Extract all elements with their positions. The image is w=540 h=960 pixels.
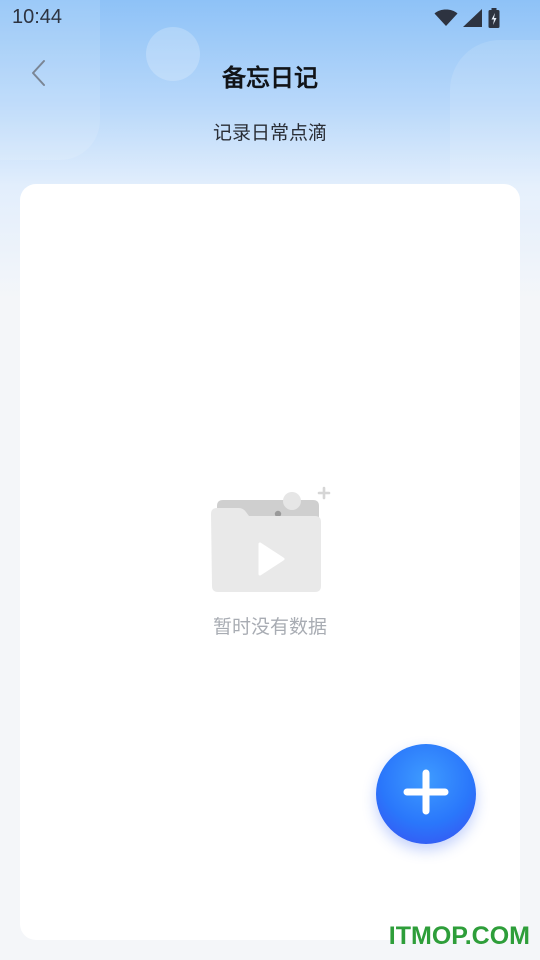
empty-state-text: 暂时没有数据	[212, 616, 327, 638]
status-bar: 10:44	[0, 0, 540, 36]
status-icons	[434, 8, 500, 28]
status-time: 10:44	[12, 6, 63, 28]
plus-icon	[403, 769, 449, 819]
add-entry-button[interactable]	[376, 744, 476, 844]
watermark: ITMOP.COM	[388, 922, 530, 950]
signal-icon	[463, 9, 483, 27]
battery-charging-icon	[488, 8, 500, 28]
page-title: 备忘日记	[222, 64, 318, 92]
page-subtitle: 记录日常点滴	[212, 122, 327, 144]
empty-folder-video-icon	[205, 484, 335, 596]
wifi-icon	[434, 9, 458, 27]
